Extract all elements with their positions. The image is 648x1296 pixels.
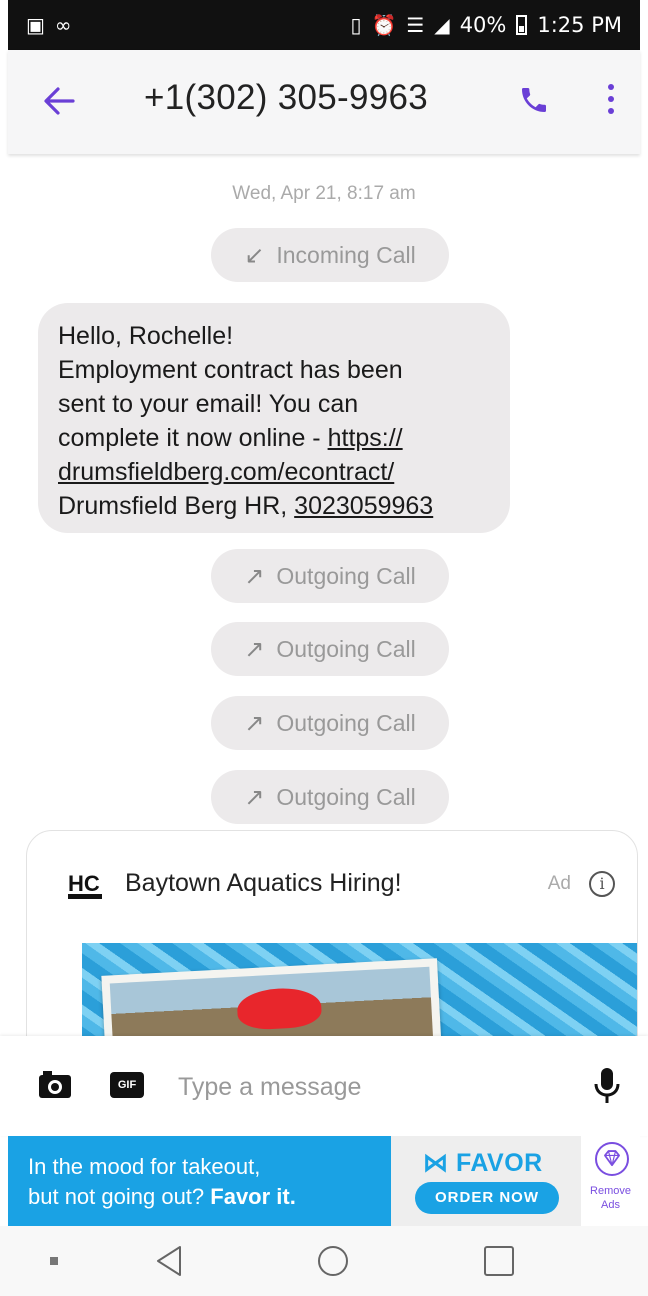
arrow-up-right-icon: ↗ xyxy=(244,635,265,663)
message-bubble: Hello, Rochelle! Employment contract has… xyxy=(38,303,510,533)
contact-title: +1(302) 305-9963 xyxy=(144,78,429,117)
arrow-up-right-icon: ↗ xyxy=(244,783,265,811)
remove-ads-button[interactable]: Remove Ads xyxy=(581,1136,640,1226)
vibrate-icon: ▯ xyxy=(350,13,362,37)
arrow-down-left-icon: ↙ xyxy=(244,241,265,269)
banner-ad[interactable]: In the mood for takeout, but not going o… xyxy=(8,1136,640,1226)
arrow-up-right-icon: ↗ xyxy=(244,709,265,737)
message-composer: GIF xyxy=(0,1036,648,1136)
call-label: Outgoing Call xyxy=(276,709,416,736)
outgoing-call-event: ↗ Outgoing Call xyxy=(211,549,449,603)
call-label: Outgoing Call xyxy=(276,635,416,662)
favor-ad[interactable]: ⋈ FAVOR ORDER NOW xyxy=(391,1136,581,1226)
svg-text:HC: HC xyxy=(68,871,100,896)
message-line: Employment contract has been xyxy=(58,356,403,384)
phone-number-link[interactable]: 3023059963 xyxy=(294,492,433,520)
status-bar: ▣ ∞ ▯ ⏰ ☰ ◢ 40% 1:25 PM xyxy=(8,0,640,50)
info-icon[interactable]: i xyxy=(589,871,615,897)
signal-icon: ◢ xyxy=(434,13,450,37)
bowtie-icon: ⋈ xyxy=(423,1149,449,1177)
advertiser-logo: HC xyxy=(68,871,102,899)
message-link[interactable]: drumsfieldberg.com/econtract/ xyxy=(58,458,394,486)
ad-label: Ad xyxy=(547,873,571,894)
battery-percent: 40% xyxy=(459,13,507,37)
nav-back-icon[interactable] xyxy=(154,1244,184,1278)
outgoing-call-event: ↗ Outgoing Call xyxy=(211,622,449,676)
message-link[interactable]: https:// xyxy=(328,424,403,452)
nav-home-icon[interactable] xyxy=(318,1246,348,1276)
incoming-call-event: ↙ Incoming Call xyxy=(211,228,449,282)
ad-title[interactable]: Baytown Aquatics Hiring! xyxy=(125,869,402,898)
voicemail-icon: ∞ xyxy=(54,13,72,37)
gif-icon[interactable]: GIF xyxy=(110,1072,144,1098)
outgoing-call-event: ↗ Outgoing Call xyxy=(211,696,449,750)
alarm-icon: ⏰ xyxy=(371,13,397,37)
order-now-button[interactable]: ORDER NOW xyxy=(415,1182,559,1214)
remove-ads-label: Remove Ads xyxy=(590,1185,631,1211)
diamond-icon xyxy=(595,1142,629,1176)
back-arrow-icon[interactable] xyxy=(42,84,76,118)
camera-icon[interactable] xyxy=(38,1069,72,1099)
outgoing-call-event: ↗ Outgoing Call xyxy=(211,770,449,824)
clock: 1:25 PM xyxy=(537,13,622,37)
system-nav-bar xyxy=(0,1226,648,1296)
square-dot-icon xyxy=(50,1257,58,1265)
phone-icon[interactable] xyxy=(518,84,550,116)
image-icon: ▣ xyxy=(26,13,45,37)
message-input[interactable] xyxy=(176,1064,560,1110)
conversation-header: +1(302) 305-9963 xyxy=(8,50,640,154)
banner-line: but not going out? xyxy=(28,1184,211,1209)
nav-recents-icon[interactable] xyxy=(484,1246,514,1276)
banner-line: In the mood for takeout, xyxy=(28,1154,261,1179)
more-vert-icon[interactable] xyxy=(604,84,618,120)
call-label: Outgoing Call xyxy=(276,783,416,810)
message-line: sent to your email! You can xyxy=(58,390,359,418)
status-bar-left: ▣ ∞ xyxy=(26,13,72,37)
arrow-up-right-icon: ↗ xyxy=(244,562,265,590)
status-bar-right: ▯ ⏰ ☰ ◢ 40% 1:25 PM xyxy=(350,13,622,37)
date-separator: Wed, Apr 21, 8:17 am xyxy=(232,183,416,204)
favor-brand: FAVOR xyxy=(455,1149,543,1177)
wifi-icon: ☰ xyxy=(406,13,425,37)
message-line: Hello, Rochelle! xyxy=(58,322,234,350)
call-label: Outgoing Call xyxy=(276,562,416,589)
message-line: Drumsfield Berg HR, xyxy=(58,492,295,520)
banner-line-bold: Favor it. xyxy=(210,1184,296,1209)
banner-ad-text[interactable]: In the mood for takeout, but not going o… xyxy=(8,1136,391,1226)
mic-icon[interactable] xyxy=(594,1066,620,1106)
call-label: Incoming Call xyxy=(276,241,416,268)
battery-icon xyxy=(516,15,528,35)
message-line: complete it now online - xyxy=(58,424,328,452)
favor-logo: ⋈ FAVOR xyxy=(423,1148,543,1178)
